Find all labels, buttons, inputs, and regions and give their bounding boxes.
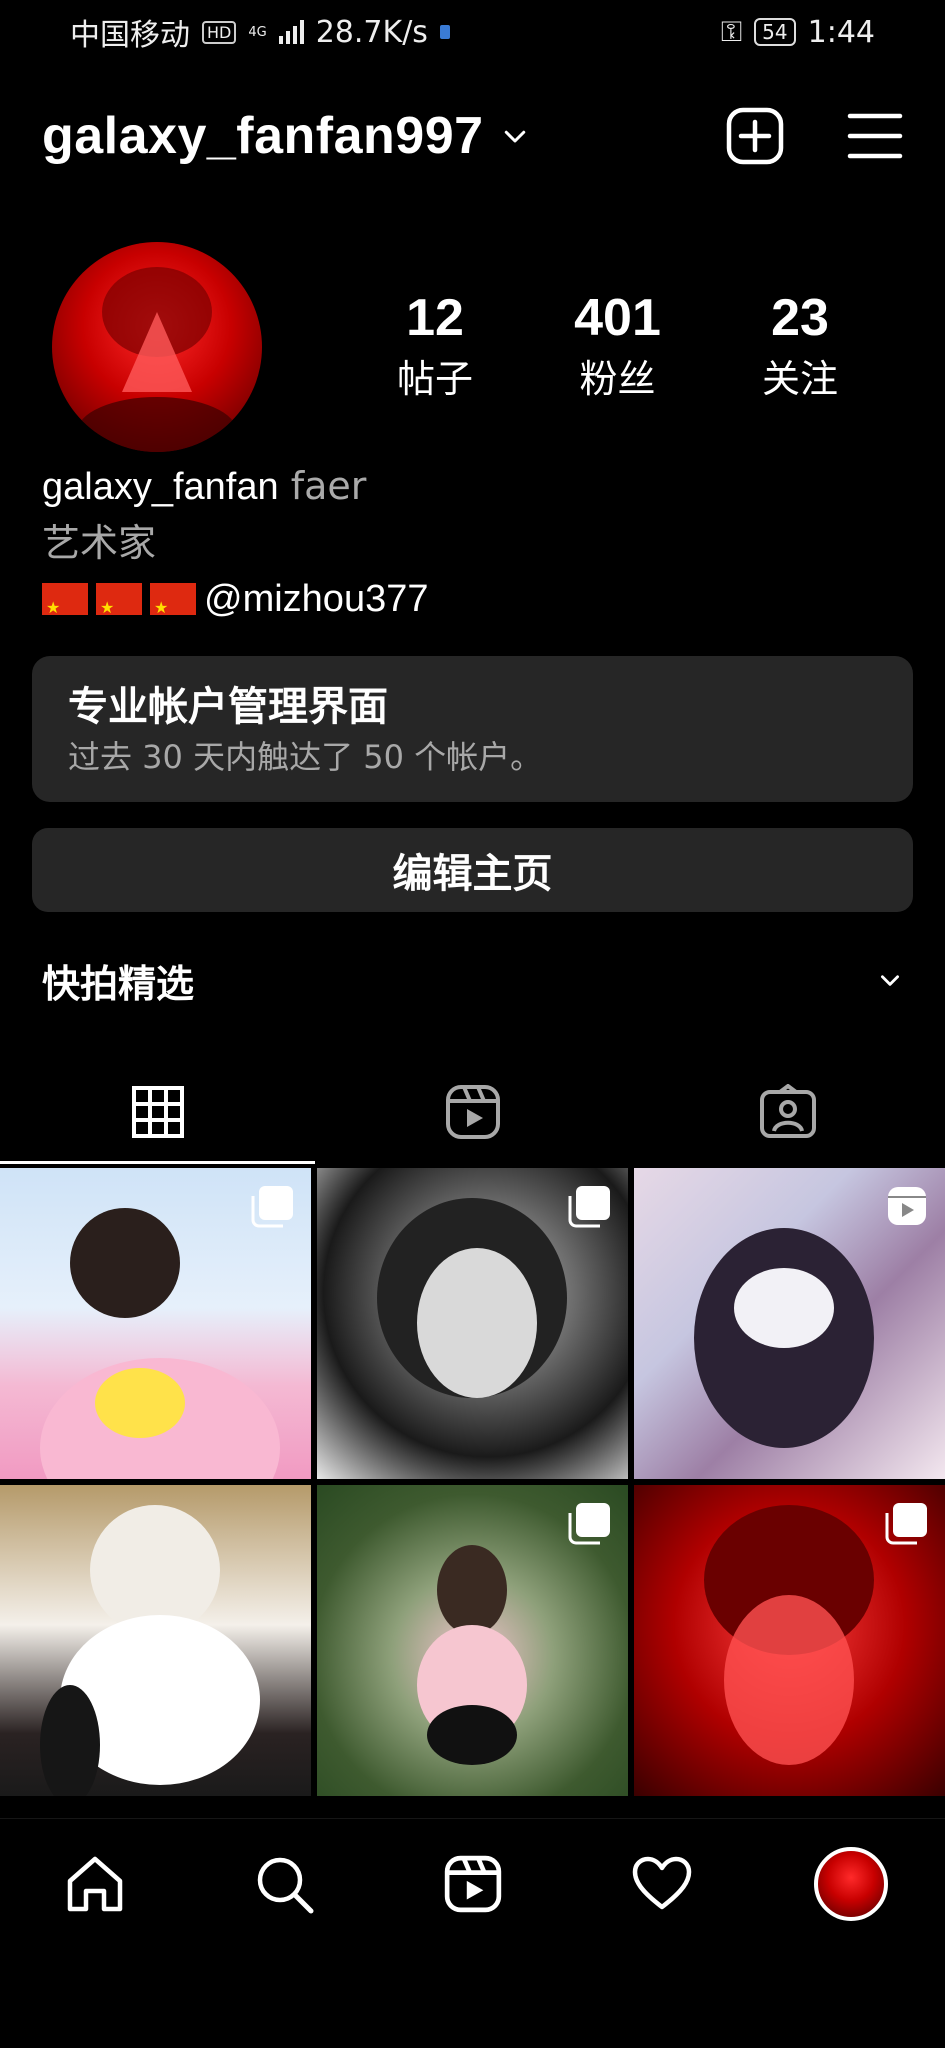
posts-grid bbox=[0, 1168, 945, 1820]
stat-label: 关注 bbox=[761, 357, 838, 401]
data-activity-icon bbox=[439, 25, 450, 39]
chevron-down-icon bbox=[881, 975, 899, 986]
profile-header: galaxy_fanfan997 bbox=[42, 100, 903, 172]
category-label: 艺术家 bbox=[42, 521, 157, 565]
story-highlights-header[interactable]: 快拍精选 bbox=[42, 948, 903, 1012]
stat-label: 粉丝 bbox=[579, 357, 656, 401]
china-flag-icon bbox=[42, 581, 88, 637]
tab-tagged[interactable] bbox=[630, 1060, 945, 1164]
stat-value: 401 bbox=[574, 289, 661, 347]
following-count[interactable]: 23 关注 bbox=[715, 288, 885, 404]
nav-search[interactable] bbox=[224, 1824, 344, 1944]
status-bar: 中国移动 HD 4G 28.7K/s ⚿ 54 1:44 bbox=[0, 0, 945, 64]
grid-icon bbox=[131, 1086, 184, 1138]
heart-icon bbox=[632, 1856, 691, 1910]
highlights-title: 快拍精选 bbox=[42, 961, 195, 1006]
carousel-icon bbox=[568, 1186, 610, 1228]
carrier-name: 中国移动 bbox=[70, 18, 190, 53]
pronouns: faer bbox=[290, 464, 367, 508]
system-nav-area bbox=[0, 1948, 945, 2048]
search-icon bbox=[257, 1857, 313, 1914]
create-post-icon[interactable] bbox=[725, 106, 785, 166]
battery-indicator: 54 bbox=[754, 18, 796, 46]
display-name: galaxy_fanfan bbox=[42, 466, 279, 508]
nav-home[interactable] bbox=[35, 1824, 155, 1944]
signal-icon bbox=[278, 20, 304, 44]
profile-avatar-icon bbox=[813, 1847, 888, 1921]
profile-bio: galaxy_fanfan faer 艺术家 @mizhou377 bbox=[42, 458, 428, 637]
edit-profile-button[interactable]: 编辑主页 bbox=[32, 828, 913, 912]
posts-count[interactable]: 12 帖子 bbox=[350, 288, 520, 404]
post-thumbnail[interactable] bbox=[0, 1485, 311, 1796]
dashboard-subtitle: 过去 30 天内触达了 50 个帐户。 bbox=[68, 738, 543, 776]
profile-tabs bbox=[0, 1060, 945, 1164]
tab-posts-grid[interactable] bbox=[0, 1060, 315, 1164]
key-icon: ⚿ bbox=[720, 15, 743, 48]
nav-profile[interactable] bbox=[791, 1824, 911, 1944]
menu-icon[interactable] bbox=[847, 111, 903, 161]
hd-indicator: HD bbox=[202, 20, 237, 44]
reels-icon bbox=[444, 1855, 501, 1913]
nav-activity[interactable] bbox=[602, 1824, 722, 1944]
header-username: galaxy_fanfan997 bbox=[42, 107, 484, 165]
post-thumbnail[interactable] bbox=[317, 1168, 628, 1479]
carousel-icon bbox=[568, 1503, 610, 1545]
avatar-image bbox=[77, 267, 237, 452]
carousel-icon bbox=[885, 1503, 927, 1545]
reels-icon bbox=[445, 1085, 500, 1139]
bottom-navigation bbox=[0, 1818, 945, 1949]
profile-stats: 12 帖子 401 粉丝 23 关注 bbox=[350, 288, 885, 404]
tab-reels[interactable] bbox=[315, 1060, 630, 1164]
post-thumbnail[interactable] bbox=[317, 1485, 628, 1796]
home-icon bbox=[67, 1856, 122, 1912]
post-thumbnail[interactable] bbox=[634, 1485, 945, 1796]
stat-label: 帖子 bbox=[396, 357, 473, 401]
profile-avatar[interactable] bbox=[52, 242, 262, 452]
china-flag-icon bbox=[150, 581, 196, 637]
network-speed: 28.7K/s bbox=[315, 14, 428, 50]
post-thumbnail[interactable] bbox=[0, 1168, 311, 1479]
stat-value: 12 bbox=[406, 289, 464, 347]
nav-reels[interactable] bbox=[413, 1824, 533, 1944]
clock: 1:44 bbox=[807, 14, 875, 50]
stat-value: 23 bbox=[771, 289, 829, 347]
tagged-icon bbox=[759, 1084, 816, 1138]
dashboard-title: 专业帐户管理界面 bbox=[68, 684, 388, 730]
professional-dashboard[interactable]: 专业帐户管理界面 过去 30 天内触达了 50 个帐户。 bbox=[32, 656, 913, 802]
account-switcher[interactable]: galaxy_fanfan997 bbox=[42, 106, 530, 166]
post-thumbnail[interactable] bbox=[634, 1168, 945, 1479]
bio-mention-link[interactable]: @mizhou377 bbox=[204, 571, 428, 627]
carousel-icon bbox=[251, 1186, 293, 1228]
chevron-down-icon bbox=[504, 130, 525, 143]
china-flag-icon bbox=[96, 581, 142, 637]
followers-count[interactable]: 401 粉丝 bbox=[533, 288, 703, 404]
reel-icon bbox=[888, 1187, 926, 1225]
network-type: 4G bbox=[248, 24, 267, 40]
